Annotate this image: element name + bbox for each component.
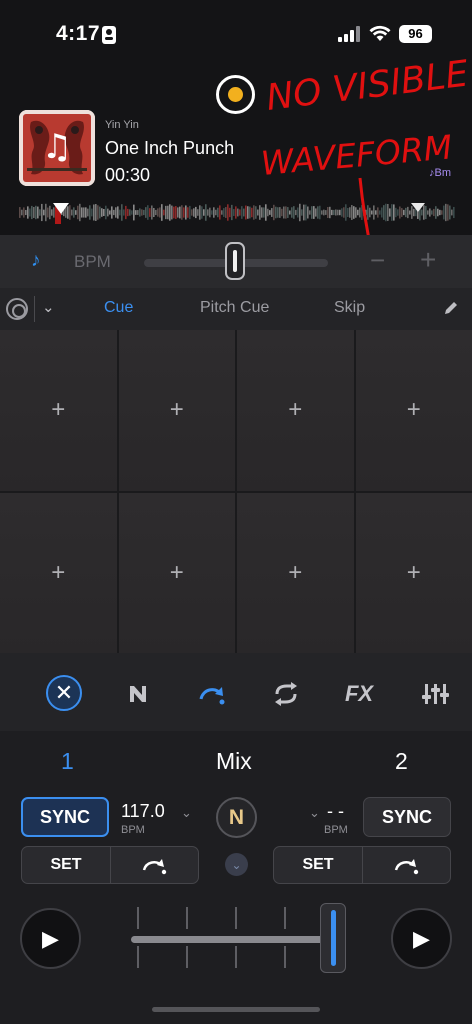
deck-2-cue-group: SET (273, 846, 451, 884)
skip-forward-icon[interactable] (195, 677, 229, 711)
deck-2-play-button[interactable]: ▶ (391, 908, 452, 969)
deck-1-cue-group: SET (21, 846, 199, 884)
deck-1-bpm-chevron[interactable]: ⌄ (181, 805, 192, 821)
record-button[interactable] (216, 75, 255, 114)
deck-2-selector[interactable]: 2 (395, 748, 408, 775)
mixer-sliders-icon[interactable] (418, 677, 452, 711)
close-button[interactable]: ✕ (46, 675, 82, 711)
crossfader-thumb[interactable] (320, 903, 346, 973)
crossfader-tick (235, 946, 237, 968)
crossfader-track[interactable] (131, 936, 343, 943)
crossfader-tick (137, 907, 139, 929)
deck-1-set-button[interactable]: SET (22, 847, 110, 883)
hot-cue-pad-1[interactable]: + (0, 330, 117, 491)
performance-toolbar: ✕ FX (0, 653, 472, 731)
mix-label[interactable]: Mix (216, 748, 252, 775)
hot-cue-pad-3[interactable]: + (237, 330, 354, 491)
divider (34, 296, 35, 322)
record-dot-icon (228, 87, 243, 102)
deck-1-selector[interactable]: 1 (61, 748, 74, 775)
loop-icon[interactable] (269, 677, 303, 711)
neural-mix-icon[interactable] (121, 677, 155, 711)
pencil-icon[interactable] (442, 299, 460, 317)
deck-2-bpm-value[interactable]: - - (327, 801, 344, 822)
tab-cue[interactable]: Cue (104, 299, 133, 317)
deck-1-bpm-unit: BPM (121, 824, 145, 836)
bpm-label: BPM (74, 252, 111, 271)
status-time: 4:17 (56, 22, 101, 45)
skip-forward-icon (142, 859, 166, 875)
hot-cue-pad-2[interactable]: + (118, 330, 235, 491)
crossfader-tick (235, 907, 237, 929)
album-art-image: ♫ (19, 110, 95, 186)
battery-indicator: 96 (399, 25, 432, 43)
track-title: One Inch Punch (105, 138, 235, 158)
crossfader-tick (284, 946, 286, 968)
crossfader-tick (186, 907, 188, 929)
deck-2-bpm-chevron[interactable]: ⌄ (309, 805, 320, 821)
track-elapsed-time: 00:30 (105, 165, 151, 185)
tempo-slider-thumb[interactable] (225, 242, 245, 280)
track-overview-waveform[interactable] (19, 200, 455, 225)
hot-cue-pad-7[interactable]: + (237, 492, 354, 653)
tab-skip[interactable]: Skip (334, 299, 365, 317)
album-artwork[interactable]: ♫ (19, 110, 95, 186)
cellular-signal-icon (338, 26, 360, 42)
hot-cue-pad-6[interactable]: + (118, 492, 235, 653)
fx-button[interactable]: FX (342, 677, 376, 711)
tempo-decrease-button[interactable]: − (370, 245, 385, 276)
deck-2-skip-button[interactable] (362, 847, 450, 883)
pad-mode-row: ⌄ Cue Pitch Cue Skip (0, 288, 472, 330)
deck-2-set-button[interactable]: SET (274, 847, 362, 883)
deck-1-sync-button[interactable]: SYNC (21, 797, 109, 837)
crossfader-tick (284, 907, 286, 929)
home-indicator[interactable] (152, 1007, 320, 1012)
quantize-icon[interactable] (6, 298, 28, 320)
hot-cue-pad-8[interactable]: + (355, 492, 472, 653)
crossfader-tick (186, 946, 188, 968)
track-key: ♪Bm (429, 167, 451, 179)
hot-cue-pad-4[interactable]: + (355, 330, 472, 491)
svg-text:♫: ♫ (42, 127, 72, 167)
music-note-icon[interactable]: ♪ (31, 250, 41, 272)
tempo-row: ♪ BPM − + (0, 235, 472, 288)
chevron-down-icon[interactable]: ⌄ (225, 853, 248, 876)
track-artist: Yin Yin (105, 119, 139, 131)
neural-mix-logo-button[interactable]: N (216, 797, 257, 838)
deck-2-sync-button[interactable]: SYNC (363, 797, 451, 837)
status-bar: 4:17 96 (0, 0, 472, 70)
track-header: ♫ Yin Yin One Inch Punch 00:30 ♪Bm (0, 70, 472, 235)
deck-control-section: 1 Mix 2 SYNC 117.0 ⌄ BPM N ⌄ - - BPM SYN… (0, 731, 472, 1024)
contact-card-icon (102, 26, 116, 44)
hot-cue-pad-grid: + + + + + + + + (0, 330, 472, 653)
skip-forward-icon (394, 859, 418, 875)
deck-1-play-button[interactable]: ▶ (20, 908, 81, 969)
chevron-down-icon[interactable]: ⌄ (42, 298, 55, 316)
deck-1-bpm-value[interactable]: 117.0 (121, 801, 165, 822)
crossfader-tick (137, 946, 139, 968)
deck-1-skip-button[interactable] (110, 847, 198, 883)
tempo-increase-button[interactable]: + (420, 244, 436, 276)
hot-cue-pad-5[interactable]: + (0, 492, 117, 653)
deck-2-bpm-unit: BPM (324, 824, 348, 836)
tab-pitch-cue[interactable]: Pitch Cue (200, 299, 269, 317)
wifi-icon (369, 25, 391, 41)
